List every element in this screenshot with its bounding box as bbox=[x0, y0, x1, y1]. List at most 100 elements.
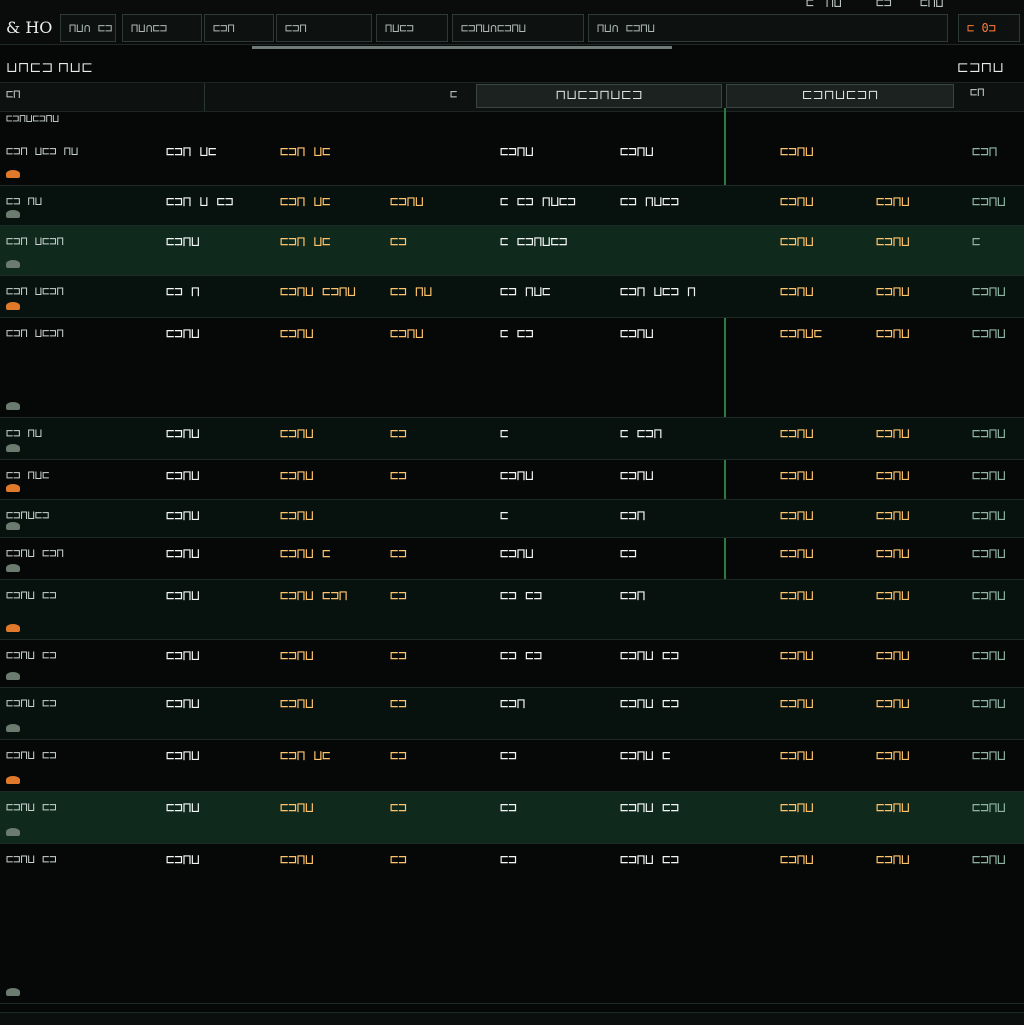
row-status-icon bbox=[6, 444, 20, 452]
table-cell: ⊏⊐⊓ ⊔⊏ bbox=[166, 144, 217, 160]
table-cell: ⊏⊐⊓⊔ ⊏⊐ bbox=[6, 648, 57, 662]
table-cell: ⊏⊐⊓⊔ bbox=[780, 588, 814, 604]
table-row[interactable]: ⊏⊐⊓⊔ ⊏⊐ ⊏⊐⊓⊔ ⊏⊐⊓⊔ ⊏⊐ ⊏⊐⊓ ⊏⊐⊓⊔ ⊏⊐ ⊏⊐⊓⊔ ⊏⊐⊓⊔ ⊏⊐⊓⊔ bbox=[0, 688, 1024, 740]
row-status-icon bbox=[6, 484, 20, 492]
table-cell: ⊏⊐⊓⊔ bbox=[876, 234, 910, 250]
row-status-icon bbox=[6, 260, 20, 268]
table-row[interactable]: ⊏⊐⊓⊔ ⊏⊐ ⊏⊐⊓⊔ ⊏⊐⊓⊔ ⊏⊐⊓ ⊏⊐ ⊏⊐ ⊏⊐ ⊏⊐⊓ ⊏⊐⊓⊔ ⊏⊐⊓⊔ ⊏⊐⊓… bbox=[0, 580, 1024, 640]
table-cell: ⊏⊐⊓⊔ ⊏⊐⊓ bbox=[280, 588, 348, 604]
table-cell: ⊏⊐ bbox=[390, 648, 407, 664]
table-cell: ⊏⊐ bbox=[390, 468, 407, 484]
table-row[interactable]: ⊏⊐⊓ ⊔⊏⊐⊓ ⊏⊐⊓⊔ ⊏⊐⊓⊔ ⊏⊐⊓⊔ ⊏ ⊏⊐ ⊏⊐⊓⊔ ⊏⊐⊓⊔⊏ ⊏⊐⊓⊔ ⊏⊐⊓… bbox=[0, 318, 1024, 418]
tab-7[interactable]: ⊓⊔∩ ⊏⊐⊓⊔ bbox=[588, 14, 948, 42]
table-row[interactable]: ⊏⊐⊓⊔ ⊏⊐⊓ ⊏⊐⊓⊔ ⊏⊐⊓⊔ ⊏ ⊏⊐ ⊏⊐⊓⊔ ⊏⊐ ⊏⊐⊓⊔ ⊏⊐⊓⊔ ⊏⊐⊓⊔ bbox=[0, 538, 1024, 580]
table-cell: ⊏⊐⊓⊔ bbox=[166, 852, 200, 868]
table-cell: ⊏⊐⊓⊔ bbox=[972, 588, 1006, 604]
sub-right-label: ⊏⊓ bbox=[970, 85, 985, 99]
row-status-icon bbox=[6, 624, 20, 632]
table-cell: ⊏⊐⊓⊔ ⊏⊐⊓ bbox=[6, 546, 64, 560]
table-row[interactable]: ⊏⊐⊓ ⊔⊏⊐⊓ ⊏⊐⊓⊔ ⊏⊐⊓ ⊔⊏ ⊏⊐ ⊏ ⊏⊐⊓⊔⊏⊐ ⊏⊐⊓⊔ ⊏⊐⊓⊔ ⊏ bbox=[0, 226, 1024, 276]
table-cell: ⊏⊐⊓⊔ bbox=[780, 748, 814, 764]
table-cell: ⊏⊐⊓⊔ bbox=[780, 508, 814, 524]
table-cell: ⊏⊐⊓⊔ bbox=[280, 468, 314, 484]
table-cell: ⊏⊐⊓⊔ bbox=[876, 588, 910, 604]
table-cell: ⊏⊐⊓ ⊔⊏ bbox=[280, 194, 331, 210]
table-row[interactable]: ⊏⊐ ⊓⊔⊏ ⊏⊐⊓⊔ ⊏⊐⊓⊔ ⊏⊐ ⊏⊐⊓⊔ ⊏⊐⊓⊔ ⊏⊐⊓⊔ ⊏⊐⊓⊔ ⊏⊐⊓⊔ bbox=[0, 460, 1024, 500]
page-title: ⊔⊓⊏⊐ ⊓⊔⊏ bbox=[6, 60, 93, 76]
table-cell: ⊏⊐⊓⊔ ⊏⊐⊓⊔ bbox=[280, 284, 356, 300]
row-status-icon bbox=[6, 170, 20, 178]
table-cell: ⊏⊐⊓⊔ bbox=[166, 546, 200, 562]
table-cell: ⊏⊐⊓⊔ bbox=[390, 326, 424, 342]
table-row[interactable]: ⊏⊐⊓⊔ ⊏⊐ ⊏⊐⊓⊔ ⊏⊐⊓⊔ ⊏⊐ ⊏⊐ ⊏⊐ ⊏⊐⊓⊔ ⊏⊐ ⊏⊐⊓⊔ ⊏⊐⊓⊔ ⊏⊐⊓… bbox=[0, 640, 1024, 688]
table-cell: ⊏⊐⊓⊔ bbox=[280, 696, 314, 712]
top-right-label-4: ⊏⊓⊔ bbox=[920, 0, 944, 11]
table-row[interactable]: ⊏⊐⊓⊔ ⊏⊐ ⊏⊐⊓⊔ ⊏⊐⊓⊔ ⊏⊐ ⊏⊐ ⊏⊐⊓⊔ ⊏⊐ ⊏⊐⊓⊔ ⊏⊐⊓⊔ ⊏⊐⊓⊔ bbox=[0, 792, 1024, 844]
sub-mid-marker: ⊏ bbox=[450, 87, 458, 101]
table-row[interactable]: ⊏⊐ ⊓⊔ ⊏⊐⊓⊔ ⊏⊐⊓⊔ ⊏⊐ ⊏ ⊏ ⊏⊐⊓ ⊏⊐⊓⊔ ⊏⊐⊓⊔ ⊏⊐⊓⊔ bbox=[0, 418, 1024, 460]
table-row[interactable]: ⊏⊐⊓ ⊔⊏⊐ ⊓⊔ ⊏⊐⊓ ⊔⊏ ⊏⊐⊓ ⊔⊏ ⊏⊐⊓⊔ ⊏⊐⊓⊔ ⊏⊐⊓⊔ ⊏⊐⊓ bbox=[0, 136, 1024, 186]
table-cell: ⊏⊐⊓⊔ bbox=[500, 144, 534, 160]
table-cell: ⊏⊐⊓⊔ bbox=[500, 468, 534, 484]
table-cell: ⊏⊐⊓⊔ ⊏⊐ bbox=[620, 800, 680, 816]
tab-6[interactable]: ⊏⊐⊓⊔∩⊏⊐⊓⊔ bbox=[452, 14, 584, 42]
table-cell: ⊏⊐⊓⊔ ⊏⊐ bbox=[6, 852, 57, 866]
table-cell: ⊏⊐⊓⊔ bbox=[780, 696, 814, 712]
table-cell: ⊏⊐⊓⊔ bbox=[972, 508, 1006, 524]
table-cell: ⊏⊐ bbox=[620, 546, 637, 562]
top-toolbar: & HO ⊓⊔∩ ⊏⊐ ⊓⊔∩⊏⊐ ⊏⊐⊓ ⊏⊐⊓ ⊓⊔⊏⊐ ⊏⊐⊓⊔∩⊏⊐⊓⊔… bbox=[0, 0, 1024, 45]
table-row[interactable]: ⊏⊐⊓⊔ ⊏⊐ ⊏⊐⊓⊔ ⊏⊐⊓⊔ ⊏⊐ ⊏⊐ ⊏⊐⊓⊔ ⊏⊐ ⊏⊐⊓⊔ ⊏⊐⊓⊔ ⊏⊐⊓⊔ bbox=[0, 844, 1024, 1004]
table-cell: ⊏ bbox=[500, 508, 509, 524]
table-cell: ⊏⊐⊓⊔ bbox=[972, 648, 1006, 664]
table-cell: ⊏⊐⊓⊔ bbox=[780, 284, 814, 300]
table-cell: ⊏⊐⊓⊔ bbox=[876, 326, 910, 342]
sub-left-label: ⊏⊓ bbox=[6, 87, 21, 101]
table-cell: ⊏⊐⊓ ⊔⊏⊐⊓ bbox=[6, 234, 64, 248]
table-cell: ⊏⊐⊓⊔ bbox=[166, 468, 200, 484]
column-header-1[interactable]: ⊓⊔⊏⊐⊓⊔⊏⊐ bbox=[476, 84, 722, 108]
table-cell: ⊏⊐ bbox=[390, 234, 407, 250]
tab-5[interactable]: ⊓⊔⊏⊐ bbox=[376, 14, 448, 42]
table-cell: ⊏⊐⊓⊔ bbox=[620, 468, 654, 484]
table-cell: ⊏⊐⊓⊔ bbox=[876, 508, 910, 524]
column-header-2[interactable]: ⊏⊐⊓⊔⊏⊐⊓ bbox=[726, 84, 954, 108]
table-cell: ⊏⊐⊓⊔ bbox=[972, 696, 1006, 712]
table-cell: ⊏⊐ bbox=[390, 588, 407, 604]
table-row[interactable]: ⊏⊐⊓⊔ ⊏⊐ ⊏⊐⊓⊔ ⊏⊐⊓ ⊔⊏ ⊏⊐ ⊏⊐ ⊏⊐⊓⊔ ⊏ ⊏⊐⊓⊔ ⊏⊐⊓⊔ ⊏⊐⊓⊔ bbox=[0, 740, 1024, 792]
horizontal-scrollbar[interactable] bbox=[0, 1012, 1024, 1025]
tab-3[interactable]: ⊏⊐⊓ bbox=[204, 14, 274, 42]
table-cell: ⊏ ⊏⊐ ⊓⊔⊏⊐ bbox=[500, 194, 576, 210]
table-cell: ⊏⊐⊓⊔ bbox=[166, 800, 200, 816]
table-cell: ⊏⊐⊓⊔ bbox=[780, 144, 814, 160]
table-cell: ⊏⊐ bbox=[390, 546, 407, 562]
table-cell: ⊏⊐⊓⊔ bbox=[780, 648, 814, 664]
table-cell: ⊏⊐⊓⊔ bbox=[972, 748, 1006, 764]
tab-4[interactable]: ⊏⊐⊓ bbox=[276, 14, 372, 42]
tab-2[interactable]: ⊓⊔∩⊏⊐ bbox=[122, 14, 202, 42]
table-cell: ⊏⊐⊓⊔ ⊏ bbox=[620, 748, 671, 764]
table-cell: ⊏⊐⊓⊔ bbox=[620, 144, 654, 160]
table-cell: ⊏⊐⊓⊔ bbox=[972, 852, 1006, 868]
table-cell: ⊏⊐⊓⊔ bbox=[500, 546, 534, 562]
table-cell: ⊏⊐⊓⊔ bbox=[972, 426, 1006, 442]
table-cell: ⊏⊐⊓ ⊔⊏⊐ ⊓⊔ bbox=[6, 144, 79, 158]
table-cell: ⊏ bbox=[972, 234, 981, 250]
table-cell: ⊏⊐⊓⊔ bbox=[972, 468, 1006, 484]
row-status-icon bbox=[6, 564, 20, 572]
table-row[interactable]: ⊏⊐⊓ ⊔⊏⊐⊓ ⊏⊐ ⊓ ⊏⊐⊓⊔ ⊏⊐⊓⊔ ⊏⊐ ⊓⊔ ⊏⊐ ⊓⊔⊏ ⊏⊐⊓ ⊔⊏⊐ … bbox=[0, 276, 1024, 318]
table-cell: ⊏⊐⊓⊔ ⊏⊐ bbox=[620, 648, 680, 664]
table-cell: ⊏⊐⊓⊔ bbox=[876, 852, 910, 868]
table-cell: ⊏ ⊏⊐ bbox=[500, 326, 534, 342]
row-status-icon bbox=[6, 988, 20, 996]
table-cell: ⊏⊐⊓⊔ bbox=[280, 648, 314, 664]
table-row[interactable]: ⊏⊐ ⊓⊔ ⊏⊐⊓ ⊔ ⊏⊐ ⊏⊐⊓ ⊔⊏ ⊏⊐⊓⊔ ⊏ ⊏⊐ ⊓⊔⊏⊐ ⊏⊐ ⊓⊔⊏⊐ ⊏… bbox=[0, 186, 1024, 226]
table-cell: ⊏⊐⊓⊔ bbox=[620, 326, 654, 342]
table-cell: ⊏⊐⊓⊔ bbox=[280, 852, 314, 868]
row-status-icon bbox=[6, 776, 20, 784]
tab-1[interactable]: ⊓⊔∩ ⊏⊐ bbox=[60, 14, 116, 42]
table-cell: ⊏ ⊏⊐⊓ bbox=[620, 426, 663, 442]
table-cell: ⊏⊐ bbox=[500, 748, 517, 764]
top-right-label-3: ⊏⊐ bbox=[876, 0, 892, 11]
table-cell: ⊏⊐⊓⊔ bbox=[780, 852, 814, 868]
table-row[interactable]: ⊏⊐⊓⊔⊏⊐ ⊏⊐⊓⊔ ⊏⊐⊓⊔ ⊏ ⊏⊐⊓ ⊏⊐⊓⊔ ⊏⊐⊓⊔ ⊏⊐⊓⊔ bbox=[0, 500, 1024, 538]
